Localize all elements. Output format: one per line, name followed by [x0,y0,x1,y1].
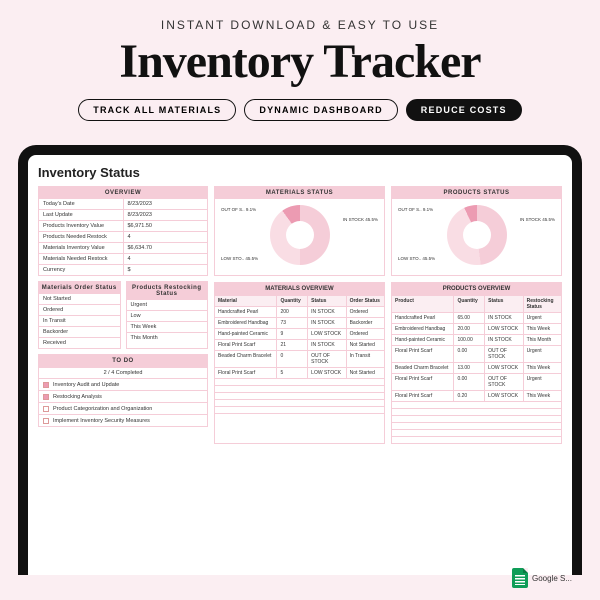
table-row: Floral Print Scarf0.00OUT OF STOCKUrgent [392,373,561,390]
table-row: Floral Print Scarf5LOW STOCKNot Started [215,367,384,378]
hero-tagline: INSTANT DOWNLOAD & EASY TO USE [28,18,572,32]
pill-costs: REDUCE COSTS [406,99,522,121]
materials-overview-table: MATERIALS OVERVIEW MaterialQuantityStatu… [214,282,385,444]
laptop-screen: Inventory Status OVERVIEW Today's Date8/… [28,155,572,575]
materials-status-chart: MATERIALS STATUS IN STOCK 45.5% LOW STO.… [214,186,385,276]
donut-icon [447,205,507,265]
todo-item[interactable]: Inventory Audit and Update [39,378,207,390]
pill-row: TRACK ALL MATERIALS DYNAMIC DASHBOARD RE… [28,99,572,121]
checkbox-icon[interactable] [43,418,49,424]
page-title: Inventory Status [38,165,562,180]
table-row: Handcrafted Pearl200IN STOCKOrdered [215,306,384,317]
products-status-chart: PRODUCTS STATUS IN STOCK 45.5% LOW STO..… [391,186,562,276]
pill-track: TRACK ALL MATERIALS [78,99,236,121]
left-column: OVERVIEW Today's Date8/23/2023Last Updat… [38,186,208,444]
overview-rows: Today's Date8/23/2023Last Update8/23/202… [39,199,207,275]
todo-item[interactable]: Implement Inventory Security Measures [39,414,207,426]
products-restock-panel: Products Restocking Status UrgentLowThis… [126,281,209,349]
overview-head: OVERVIEW [39,187,207,199]
table-row: Embroidered Handbag73IN STOCKBackorder [215,317,384,328]
checkbox-icon[interactable] [43,382,49,388]
hero: INSTANT DOWNLOAD & EASY TO USE Inventory… [0,0,600,145]
table-row: Floral Print Scarf21IN STOCKNot Started [215,339,384,350]
table-row: Beaded Charm Bracelet13.00LOW STOCKThis … [392,362,561,373]
table-row: Handcrafted Pearl65.00IN STOCKUrgent [392,312,561,323]
table-row: Hand-painted Ceramic100.00IN STOCKThis M… [392,334,561,345]
table-row: Hand-painted Ceramic9LOW STOCKOrdered [215,328,384,339]
donut-icon [270,205,330,265]
checkbox-icon[interactable] [43,406,49,412]
table-row: Embroidered Handbag20.00LOW STOCKThis We… [392,323,561,334]
todo-panel: TO DO 2 / 4 Completed Inventory Audit an… [38,354,208,427]
hero-title: Inventory Tracker [28,34,572,89]
prod-restock-rows: UrgentLowThis WeekThis Month [127,300,208,343]
materials-order-panel: Materials Order Status Not StartedOrdere… [38,281,121,349]
mat-order-rows: Not StartedOrderedIn TransitBackorderRec… [39,294,120,348]
table-row: Beaded Charm Bracelet0OUT OF STOCKIn Tra… [215,350,384,367]
todo-rows: Inventory Audit and UpdateRestocking Ana… [39,378,207,426]
products-overview-table: PRODUCTS OVERVIEW ProductQuantityStatusR… [391,282,562,444]
checkbox-icon[interactable] [43,394,49,400]
pill-dashboard: DYNAMIC DASHBOARD [244,99,397,121]
table-row: Floral Print Scarf0.20LOW STOCKThis Week [392,390,561,401]
overview-panel: OVERVIEW Today's Date8/23/2023Last Updat… [38,186,208,276]
google-sheets-badge: Google S... [512,568,572,588]
todo-item[interactable]: Restocking Analysis [39,390,207,402]
dashboard: OVERVIEW Today's Date8/23/2023Last Updat… [38,186,562,444]
sheets-icon [512,568,528,588]
laptop-frame: Inventory Status OVERVIEW Today's Date8/… [18,145,582,575]
right-column: MATERIALS STATUS IN STOCK 45.5% LOW STO.… [214,186,562,444]
todo-item[interactable]: Product Categorization and Organization [39,402,207,414]
table-row: Floral Print Scarf0.00OUT OF STOCKUrgent [392,345,561,362]
